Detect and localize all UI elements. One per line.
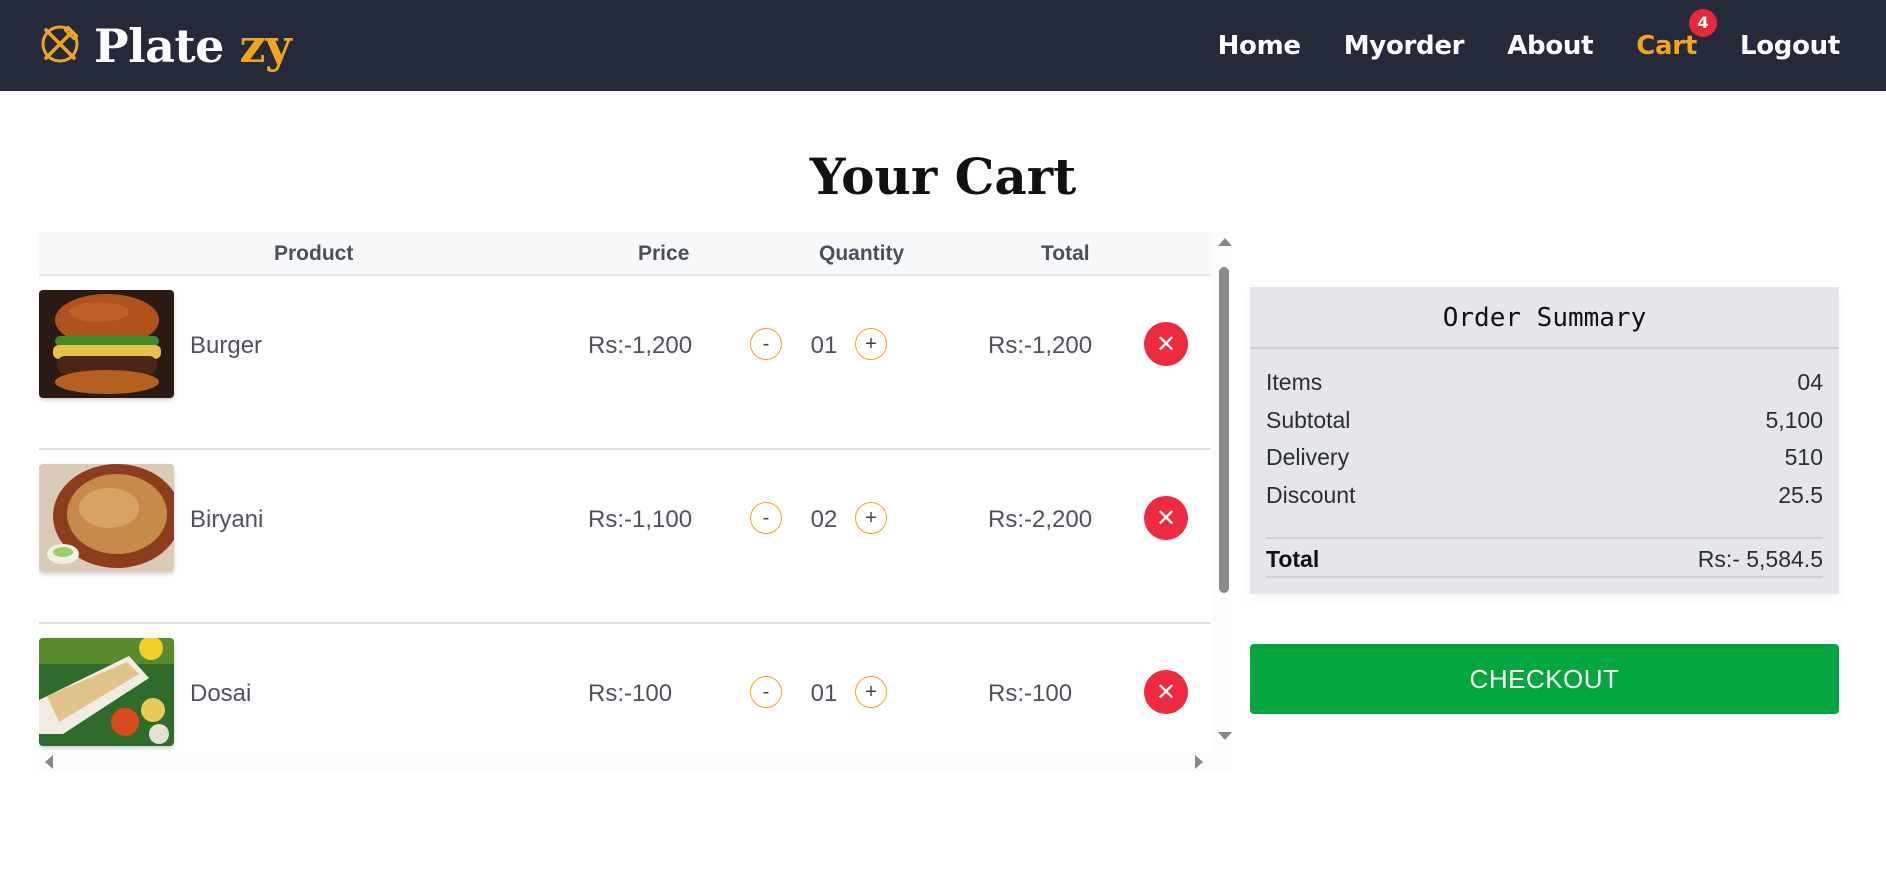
scroll-down-arrow-icon[interactable] [1218,732,1232,740]
item-name: Burger [190,332,263,359]
remove-item-button[interactable]: ✕ [1144,496,1188,540]
summary-total-label: Total [1266,546,1320,572]
quantity-value: 02 [810,506,838,533]
column-header-product: Product [274,242,354,265]
item-price: Rs:-1,200 [588,332,693,359]
decrement-button[interactable]: - [750,328,782,360]
cart-row: Burger Rs:-1,200 - 01 + Rs:-1,200 ✕ [39,276,1211,450]
item-name: Dosai [190,680,252,707]
column-header-price: Price [638,242,690,265]
scroll-right-arrow-icon[interactable] [1195,755,1203,769]
item-price: Rs:-100 [588,680,673,707]
decrement-button[interactable]: - [750,502,782,534]
summary-value: 510 [1784,444,1823,470]
summary-total-value: Rs:- 5,584.5 [1697,546,1823,572]
close-icon: ✕ [1155,504,1177,532]
decrement-button[interactable]: - [750,676,782,708]
cart-row: Dosai Rs:-100 - 01 + Rs:-100 ✕ [39,624,1211,752]
brand-name-main: Plate [94,19,240,73]
nav-cart-label: Cart [1636,30,1697,61]
column-header-total: Total [1041,242,1090,265]
item-name: Biryani [190,506,264,533]
quantity-value: 01 [810,332,838,359]
nav-about[interactable]: About [1507,31,1593,61]
horizontal-scrollbar[interactable] [39,752,1215,772]
brand-name: Plate zy [94,19,292,73]
brand-name-accent: zy [239,19,292,73]
brand-logo[interactable]: Plate zy [38,18,292,74]
top-navbar: Plate zy Home Myorder About Cart 4 Logout [0,0,1886,91]
utensils-logo-icon [38,22,82,71]
checkout-button[interactable]: CHECKOUT [1250,644,1839,714]
main-nav: Home Myorder About Cart 4 Logout [1218,0,1840,91]
scroll-left-arrow-icon[interactable] [45,755,53,769]
summary-label: Subtotal [1266,407,1351,433]
increment-button[interactable]: + [855,328,887,360]
burger-image [39,290,174,398]
nav-myorder[interactable]: Myorder [1344,31,1465,61]
order-summary-title: Order Summary [1250,287,1839,349]
summary-total-row: Total Rs:- 5,584.5 [1266,537,1823,578]
nav-home[interactable]: Home [1218,31,1301,61]
close-icon: ✕ [1155,678,1177,706]
cart-table-body[interactable]: Burger Rs:-1,200 - 01 + Rs:-1,200 ✕ Biry… [39,276,1211,752]
summary-label: Discount [1266,482,1356,508]
summary-label: Items [1266,369,1323,395]
item-price: Rs:-1,100 [588,506,693,533]
cart-row: Biryani Rs:-1,100 - 02 + Rs:-2,200 ✕ [39,450,1211,624]
quantity-value: 01 [810,680,838,707]
close-icon: ✕ [1155,330,1177,358]
summary-value: 25.5 [1778,482,1823,508]
cart-table: Product Price Quantity Total Burger Rs:-… [39,232,1232,772]
biryani-image [39,464,174,572]
page-title: Your Cart [809,147,1077,206]
cart-table-header: Product Price Quantity Total [39,232,1211,276]
item-total: Rs:-100 [988,680,1073,707]
summary-value: 5,100 [1765,407,1823,433]
increment-button[interactable]: + [855,502,887,534]
column-header-quantity: Quantity [819,242,905,265]
order-summary-panel: Order Summary Items 04 Subtotal 5,100 De… [1250,287,1839,594]
summary-value: 04 [1797,369,1823,395]
item-total: Rs:-2,200 [988,506,1093,533]
summary-label: Delivery [1266,444,1350,470]
increment-button[interactable]: + [855,676,887,708]
scrollbar-thumb[interactable] [1219,267,1229,593]
nav-logout[interactable]: Logout [1740,31,1840,61]
nav-cart[interactable]: Cart 4 [1636,8,1717,61]
remove-item-button[interactable]: ✕ [1144,322,1188,366]
remove-item-button[interactable]: ✕ [1144,670,1188,714]
scroll-up-arrow-icon[interactable] [1218,238,1232,246]
cart-count-badge: 4 [1688,8,1717,37]
vertical-scrollbar[interactable] [1215,232,1232,752]
dosai-image [39,638,174,746]
item-total: Rs:-1,200 [988,332,1093,359]
